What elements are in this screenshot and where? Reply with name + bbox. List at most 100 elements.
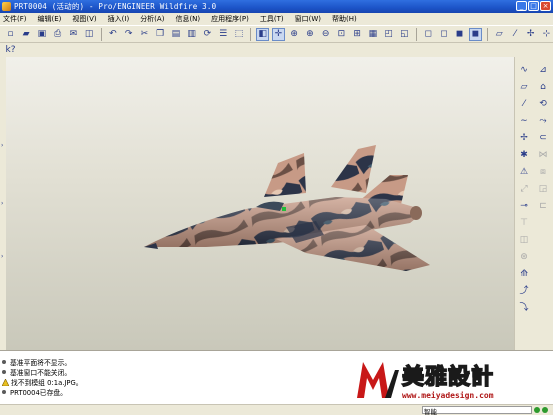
close-button[interactable]: × [540,1,551,11]
menu-window[interactable]: 窗口(W) [295,14,321,24]
boundary-blend-icon[interactable]: ⋈ [537,149,549,161]
info-bullet-icon [2,370,6,374]
save-copy-icon[interactable]: ◫ [83,28,96,41]
paste-icon[interactable]: ▤ [169,28,182,41]
minimize-button[interactable]: _ [516,1,527,11]
undo-icon[interactable]: ↶ [106,28,119,41]
plane-icon[interactable]: ▱ [518,81,530,93]
datum-point-icon[interactable]: ✢ [518,132,530,144]
message-text: 找不到模组 0:1a.JPG。 [11,379,83,387]
variable-sweep-icon[interactable]: ⤳ [537,115,549,127]
open-icon[interactable]: ▰ [20,28,33,41]
sash-arrow-icon[interactable]: › [1,254,5,260]
message-line: 基准平面将不显示。 [2,357,71,367]
menu-bar: 文件(F) 编辑(E) 视图(V) 插入(I) 分析(A) 信息(N) 应用程序… [0,13,553,25]
menu-analysis[interactable]: 分析(A) [140,14,164,24]
no-hidden-icon[interactable]: ◼ [453,28,466,41]
trim-icon[interactable]: ⤵ [518,302,530,314]
selection-filter-dropdown[interactable] [422,406,532,414]
new-icon[interactable]: ▫ [4,28,17,41]
style-icon[interactable]: ⧈ [537,166,549,178]
draft-icon[interactable]: ⊏ [537,200,549,212]
chamfer-icon[interactable]: ◫ [518,234,530,246]
blend-icon[interactable]: ⊂ [537,132,549,144]
shaded-icon[interactable]: ◼ [469,27,482,41]
status-light-icon [542,407,548,413]
toolbar-separator [486,27,488,41]
menu-help[interactable]: 帮助(H) [332,14,357,24]
datum-plane-icon[interactable]: ⊿ [537,64,549,76]
info-bullet-icon [2,390,6,394]
meiya-logo-icon [357,362,399,398]
watermark-url: www.meiyadesign.com [402,391,494,400]
menu-edit[interactable]: 编辑(E) [38,14,62,24]
revolve-icon[interactable]: ⟲ [537,98,549,110]
saved-views-icon[interactable]: ▦ [367,28,380,41]
pattern-icon[interactable]: ⊛ [518,251,530,263]
reorient-icon[interactable]: ⊞ [351,28,364,41]
watermark-logo: 美雅設計 www.meiyadesign.com [355,355,553,404]
sash-arrow-icon[interactable]: › [1,201,5,207]
email-icon[interactable]: ✉ [67,28,80,41]
message-text: PRT0004已存盘。 [10,389,67,397]
merge-icon[interactable]: ⤴ [518,285,530,297]
title-bar: PRT0004 (活动的) - Pro/ENGINEER Wildfire 3.… [0,0,553,13]
coord-sys-icon[interactable]: ⊹ [540,28,553,41]
wireframe-icon[interactable]: ◻ [422,28,435,41]
save-icon[interactable]: ▣ [36,28,49,41]
main-toolbar: ▫ ▰ ▣ ⎙ ✉ ◫ ↶ ↷ ✂ ❐ ▤ ▥ ⟳ ☰ ⬚ ◧ ✛ ⊕ ⊕ ⊖ … [0,25,553,43]
datum-axes-icon[interactable]: ⁄ [509,28,522,41]
status-lights [534,407,548,413]
message-line: 基准窗口不能关闭。 [2,367,71,377]
menu-file[interactable]: 文件(F) [3,14,27,24]
zoom-out-icon[interactable]: ⊖ [319,28,332,41]
datum-planes-icon[interactable]: ▱ [493,28,506,41]
copy-icon[interactable]: ❐ [154,28,167,41]
datum-curve-icon[interactable]: ∼ [518,115,530,127]
cut-icon[interactable]: ✂ [138,28,151,41]
sash-arrow-icon[interactable]: › [1,143,5,149]
graphics-window[interactable] [6,57,514,350]
menu-insert[interactable]: 插入(I) [108,14,130,24]
datum-points-icon[interactable]: ✢ [524,28,537,41]
sketch-icon[interactable]: ∿ [518,64,530,76]
redo-icon[interactable]: ↷ [122,28,135,41]
shell-icon[interactable]: ◲ [537,183,549,195]
datum-axis-icon[interactable]: ⁄ [518,98,530,110]
context-help-icon[interactable]: k? [4,44,17,57]
feature-toolbar: ∿ ⊿ ▱ ⌂ ⁄ ⟲ ∼ ⤳ ✢ ⊂ ✱ ⋈ ⚠ ⧈ ⤢ ◲ ⊸ ⊏ ⊤ ◫ … [514,57,553,350]
status-bar: 智能 [0,404,553,415]
spin-center-icon[interactable]: ✛ [272,27,285,41]
rib-icon[interactable]: ⊸ [518,200,530,212]
window-controls: _ □ × [516,1,551,11]
menu-view[interactable]: 视图(V) [72,14,96,24]
toolbar-separator [415,27,417,41]
warning-icon [2,378,9,386]
extrude-icon[interactable]: ⌂ [537,81,549,93]
selection-filter-value: 智能 [424,408,437,415]
message-text: 基准平面将不显示。 [10,359,72,367]
paste-special-icon[interactable]: ▥ [185,28,198,41]
menu-applications[interactable]: 应用程序(P) [211,14,249,24]
repaint-icon[interactable]: ◧ [256,27,270,41]
menu-tools[interactable]: 工具(T) [260,14,284,24]
round-icon[interactable]: ⊤ [518,217,530,229]
menu-info[interactable]: 信息(N) [175,14,200,24]
print-icon[interactable]: ⎙ [51,28,64,41]
coord-icon[interactable]: ✱ [518,149,530,161]
maximize-button[interactable]: □ [528,1,539,11]
select-icon[interactable]: ⬚ [232,28,245,41]
jet-model-icon[interactable] [6,57,514,350]
info-bullet-icon [2,360,6,364]
model-tree-icon[interactable]: ☰ [217,28,230,41]
orient-icon[interactable]: ⊕ [288,28,301,41]
zoom-in-icon[interactable]: ⊕ [304,28,317,41]
regenerate-icon[interactable]: ⟳ [201,28,214,41]
analysis-icon[interactable]: ⚠ [518,166,530,178]
hole-icon[interactable]: ⤢ [518,183,530,195]
refit-icon[interactable]: ⊡ [335,28,348,41]
mirror-icon[interactable]: ⟰ [518,268,530,280]
view-manager-icon[interactable]: ◱ [398,28,411,41]
hidden-line-icon[interactable]: ◻ [438,28,451,41]
layers-icon[interactable]: ◰ [382,28,395,41]
